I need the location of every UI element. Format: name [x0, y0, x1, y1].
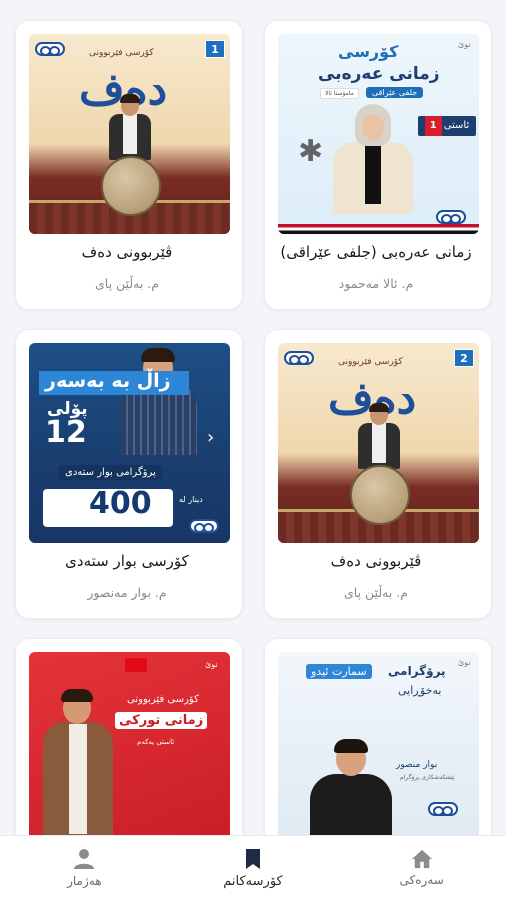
thumb-grade: 12: [45, 415, 87, 450]
brand-logo-icon: [189, 519, 219, 533]
course-card[interactable]: نوێ پرۆگرامی سمارت ئیدو بەخۆڕایی بوار من…: [264, 638, 492, 835]
thumb-price: 400: [89, 486, 152, 521]
drum-icon: [350, 465, 410, 525]
course-grid: نوێ کۆرسی زمانی عەرەبی جلفی عێراقی مامۆس…: [0, 0, 506, 835]
thumb-sub: کۆرسی فێربوونی: [338, 357, 403, 367]
course-thumbnail[interactable]: 1 کۆرسی فێربوونی دەف: [29, 34, 230, 234]
thumb-line1: کۆرسی فێربوونی: [127, 694, 199, 705]
nav-account[interactable]: هەژمار: [0, 836, 169, 900]
nav-home-label: سەرەکی: [399, 873, 444, 887]
thumb-pill: سمارت ئیدو: [306, 664, 372, 679]
nav-home[interactable]: سەرەکی: [337, 836, 506, 900]
thumb-pill: جلفی عێراقی: [366, 87, 424, 98]
course-thumbnail[interactable]: نوێ کۆرسی زمانی عەرەبی جلفی عێراقی مامۆس…: [278, 34, 479, 234]
nav-my-courses-label: کۆرسەکانم: [223, 873, 283, 889]
number-badge: 2: [454, 349, 474, 367]
new-tag: نوێ: [458, 40, 471, 49]
course-card[interactable]: نوێ کۆرسی فێربوونی زمانی تورکی ئاستی یەک…: [15, 638, 243, 835]
bookmark-icon: [246, 848, 260, 869]
course-thumbnail[interactable]: زاڵ بە بەسەر پۆلی 12 پرۆگرامی بوار ستەدی…: [29, 343, 230, 543]
course-title: کۆرسی بوار ستەدی: [65, 552, 189, 570]
course-title: ڤێربوونی دەف: [330, 552, 422, 570]
course-teacher: م. بوار مەنصور: [87, 585, 167, 600]
thumb-program: پرۆگرامی بوار ستەدی: [59, 465, 162, 480]
teacher-photo: [306, 739, 396, 835]
drum-icon: [101, 156, 161, 216]
course-title: ڤێربوونی دەف: [81, 243, 173, 261]
course-teacher: م. بەڵێن پای: [343, 585, 408, 600]
thumb-pill-teacher: مامۆستا ئالا: [320, 88, 359, 99]
nav-account-label: هەژمار: [67, 874, 102, 888]
thumb-currency: دینار لە: [179, 495, 203, 504]
thumb-line1: زاڵ بە بەسەر: [45, 370, 171, 392]
course-thumbnail[interactable]: نوێ پرۆگرامی سمارت ئیدو بەخۆڕایی بوار من…: [278, 652, 479, 835]
teacher-photo: [333, 104, 413, 214]
thumb-level-tag: ئاستی یەکەم: [137, 738, 175, 746]
thumb-line2: زمانی عەرەبی: [318, 64, 440, 84]
flag-strip: [278, 224, 479, 234]
course-card[interactable]: نوێ کۆرسی زمانی عەرەبی جلفی عێراقی مامۆس…: [264, 20, 492, 310]
chevron-right-icon: ›: [207, 427, 215, 448]
home-icon: [411, 849, 432, 869]
course-card[interactable]: 2 کۆرسی فێربوونی دەف ڤێربوونی دەف م. بەڵ…: [264, 329, 492, 619]
number-badge: 1: [205, 40, 225, 58]
thumb-teacher-sub: پێشکەشکاری پرۆگرام: [400, 774, 455, 781]
thumb-teacher-name: بوار منصور: [396, 760, 438, 770]
bottom-navigation: سەرەکی کۆرسەکانم هەژمار: [0, 835, 506, 900]
person-icon: [74, 849, 95, 869]
thumb-line2: بەخۆڕایی: [398, 684, 442, 697]
new-tag: نوێ: [205, 660, 218, 669]
brand-logo-icon: [284, 351, 314, 365]
course-thumbnail[interactable]: 2 کۆرسی فێربوونی دەف: [278, 343, 479, 543]
palm-icon: ✱: [298, 134, 324, 169]
turkey-flag-icon: [125, 658, 147, 672]
brand-logo-icon: [436, 210, 466, 224]
thumb-line2: زمانی تورکی: [115, 712, 208, 729]
teacher-photo: [119, 348, 199, 455]
course-card[interactable]: 1 کۆرسی فێربوونی دەف ڤێربوونی دەف م. بەڵ…: [15, 20, 243, 310]
course-teacher: م. بەڵێن پای: [94, 276, 159, 291]
course-title: زمانی عەرەبی (جلفی عێراقی): [280, 243, 472, 261]
new-tag: نوێ: [458, 658, 471, 667]
course-thumbnail[interactable]: نوێ کۆرسی فێربوونی زمانی تورکی ئاستی یەک…: [29, 652, 230, 835]
nav-my-courses[interactable]: کۆرسەکانم: [169, 836, 338, 900]
teacher-photo: [43, 689, 113, 835]
brand-logo-icon: [428, 802, 458, 816]
thumb-line1: کۆرسی: [338, 42, 399, 61]
level-badge: ئاستی1: [418, 116, 476, 136]
course-teacher: م. ئالا مەحمود: [338, 276, 414, 291]
course-card[interactable]: زاڵ بە بەسەر پۆلی 12 پرۆگرامی بوار ستەدی…: [15, 329, 243, 619]
thumb-line1: پرۆگرامی: [388, 664, 446, 678]
thumb-sub: کۆرسی فێربوونی: [89, 48, 154, 58]
brand-logo-icon: [35, 42, 65, 56]
